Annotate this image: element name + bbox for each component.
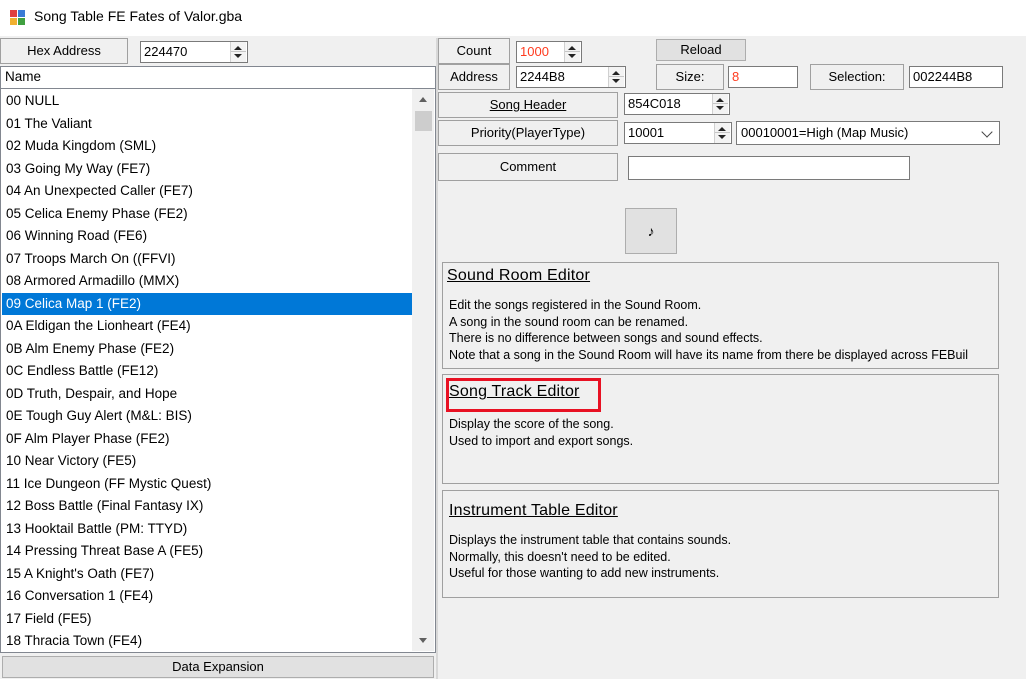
instrument-table-editor-link[interactable]: Instrument Table Editor: [449, 502, 618, 520]
scroll-up-icon[interactable]: [419, 97, 427, 102]
list-item[interactable]: 0F Alm Player Phase (FE2): [2, 428, 412, 451]
list-item[interactable]: 17 Field (FE5): [2, 608, 412, 631]
comment-label: Comment: [438, 153, 618, 181]
app-icon: [10, 10, 26, 26]
list-item[interactable]: 04 An Unexpected Caller (FE7): [2, 180, 412, 203]
description-line: There is no difference between songs and…: [449, 331, 763, 345]
instrument-table-editor-panel[interactable]: Instrument Table Editor Displays the ins…: [442, 490, 999, 598]
song-track-editor-link[interactable]: Song Track Editor: [449, 383, 580, 401]
title-bar: Song Table FE Fates of Valor.gba: [0, 0, 1026, 36]
reload-button[interactable]: Reload: [656, 39, 746, 61]
hex-address-value: 224470: [144, 44, 188, 59]
selection-field[interactable]: 002244B8: [909, 66, 1003, 88]
priority-input[interactable]: 10001: [624, 122, 732, 144]
song-header-link[interactable]: Song Header: [438, 92, 618, 118]
music-note-icon: ♪: [647, 223, 655, 239]
song-track-editor-panel[interactable]: Song Track Editor Display the score of t…: [442, 374, 999, 484]
list-item[interactable]: 16 Conversation 1 (FE4): [2, 585, 412, 608]
list-item[interactable]: 05 Celica Enemy Phase (FE2): [2, 203, 412, 226]
list-item[interactable]: 18 Thracia Town (FE4): [2, 630, 412, 652]
list-item[interactable]: 02 Muda Kingdom (SML): [2, 135, 412, 158]
priority-spinner[interactable]: [714, 123, 730, 143]
list-item[interactable]: 03 Going My Way (FE7): [2, 158, 412, 181]
song-header-input[interactable]: 854C018: [624, 93, 730, 115]
address-label: Address: [438, 64, 510, 90]
description-line: Useful for those wanting to add new inst…: [449, 566, 720, 580]
list-item[interactable]: 12 Boss Battle (Final Fantasy IX): [2, 495, 412, 518]
play-sound-button[interactable]: ♪: [625, 208, 677, 254]
list-item[interactable]: 07 Troops March On ((FFVI): [2, 248, 412, 271]
hex-address-label: Hex Address: [0, 38, 128, 64]
count-value: 1000: [520, 44, 549, 59]
priority-select-value: 00010001=High (Map Music): [741, 125, 909, 140]
window-title: Song Table FE Fates of Valor.gba: [34, 8, 243, 24]
description-line: Note that a song in the Sound Room will …: [449, 347, 969, 362]
list-item[interactable]: 00 NULL: [2, 90, 412, 113]
sound-room-editor-link[interactable]: Sound Room Editor: [447, 267, 590, 285]
song-header-value: 854C018: [628, 96, 681, 111]
description-line: Edit the songs registered in the Sound R…: [449, 298, 702, 312]
count-input[interactable]: 1000: [516, 41, 582, 63]
hex-address-spinner[interactable]: [230, 42, 246, 62]
description-line: Normally, this doesn't need to be edited…: [449, 549, 671, 564]
count-label: Count: [438, 38, 510, 64]
song-header-spinner[interactable]: [712, 94, 728, 114]
list-item[interactable]: 13 Hooktail Battle (PM: TTYD): [2, 518, 412, 541]
song-track-description: Display the score of the song. Used to i…: [449, 416, 633, 449]
count-spinner[interactable]: [564, 42, 580, 62]
address-value: 2244B8: [520, 69, 565, 84]
description-line: A song in the sound room can be renamed.: [449, 314, 689, 329]
list-item[interactable]: 0D Truth, Despair, and Hope: [2, 383, 412, 406]
sound-room-editor-panel[interactable]: Sound Room Editor Edit the songs registe…: [442, 262, 999, 369]
list-item[interactable]: 0C Endless Battle (FE12): [2, 360, 412, 383]
selection-value: 002244B8: [913, 69, 973, 84]
priority-value: 10001: [628, 125, 665, 140]
priority-label: Priority(PlayerType): [438, 120, 618, 146]
scroll-thumb[interactable]: [415, 111, 432, 131]
scroll-down-icon[interactable]: [419, 638, 427, 643]
song-list[interactable]: 00 NULL 01 The Valiant 02 Muda Kingdom (SM…: [0, 88, 436, 653]
description-line: Used to import and export songs.: [449, 433, 634, 448]
size-field[interactable]: 8: [728, 66, 798, 88]
hex-address-input[interactable]: 224470: [140, 41, 248, 63]
chevron-down-icon[interactable]: [981, 126, 993, 138]
priority-select[interactable]: 00010001=High (Map Music): [736, 121, 1000, 145]
size-value: 8: [732, 69, 740, 84]
size-label: Size:: [656, 64, 724, 90]
list-item[interactable]: 01 The Valiant: [2, 113, 412, 136]
description-line: Display the score of the song.: [449, 417, 614, 431]
list-item[interactable]: 0B Alm Enemy Phase (FE2): [2, 338, 412, 361]
list-item[interactable]: 15 A Knight's Oath (FE7): [2, 563, 412, 586]
list-item[interactable]: 09 Celica Map 1 (FE2): [2, 292, 412, 315]
list-scrollbar[interactable]: [412, 89, 434, 651]
data-expansion-button[interactable]: Data Expansion: [2, 656, 434, 678]
list-item[interactable]: 14 Pressing Threat Base A (FE5): [2, 540, 412, 563]
list-item[interactable]: 10 Near Victory (FE5): [2, 450, 412, 473]
description-line: Displays the instrument table that conta…: [449, 533, 732, 547]
address-spinner[interactable]: [608, 67, 624, 87]
address-input[interactable]: 2244B8: [516, 66, 626, 88]
list-item[interactable]: 0E Tough Guy Alert (M&L: BIS): [2, 405, 412, 428]
list-item[interactable]: 06 Winning Road (FE6): [2, 225, 412, 248]
list-item[interactable]: 08 Armored Armadillo (MMX): [2, 270, 412, 293]
sound-room-description: Edit the songs registered in the Sound R…: [449, 297, 997, 363]
instrument-table-description: Displays the instrument table that conta…: [449, 532, 731, 582]
list-item[interactable]: 0A Eldigan the Lionheart (FE4): [2, 315, 412, 338]
list-item[interactable]: 11 Ice Dungeon (FF Mystic Quest): [2, 473, 412, 496]
comment-input[interactable]: [628, 156, 910, 180]
name-column-header[interactable]: Name: [0, 66, 436, 88]
selection-label: Selection:: [810, 64, 904, 90]
